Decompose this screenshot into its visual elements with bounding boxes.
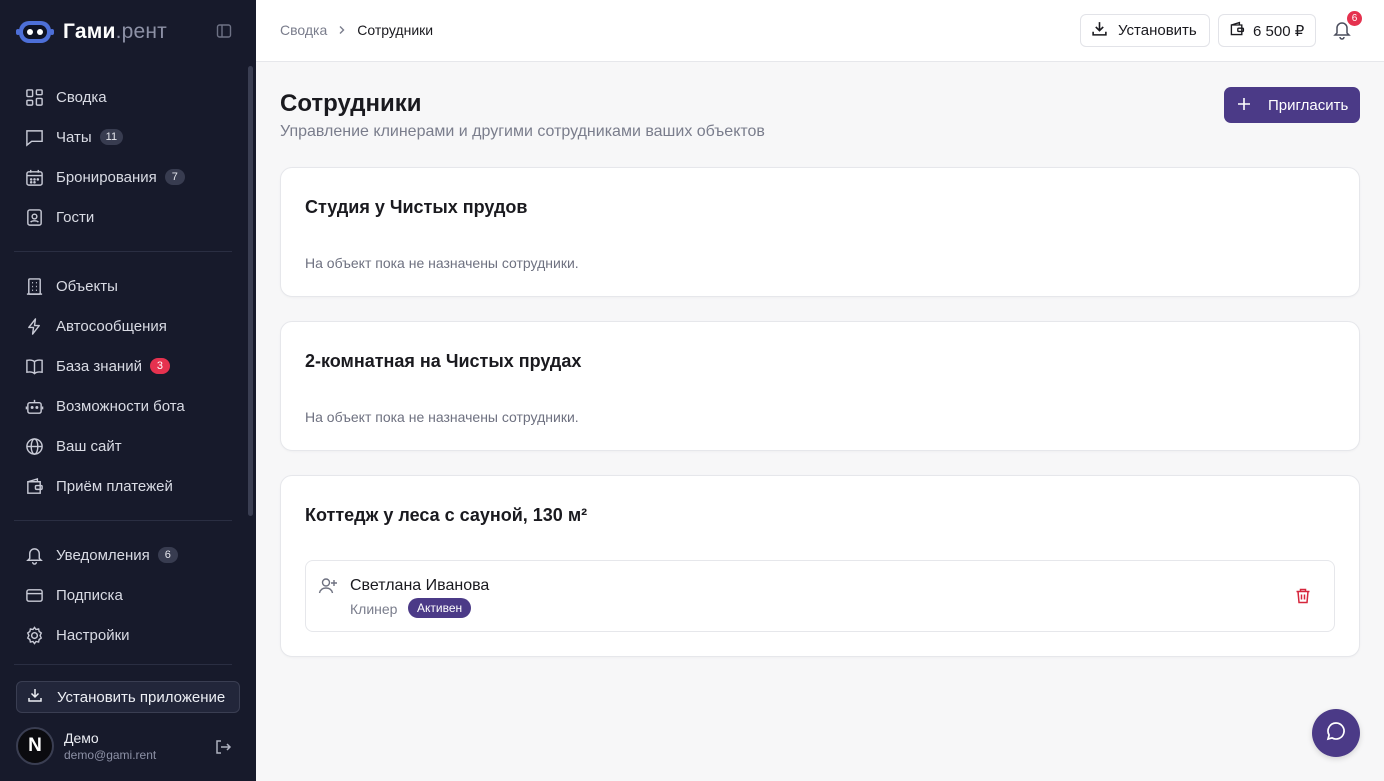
download-icon <box>27 687 43 708</box>
breadcrumb-current: Сотрудники <box>357 22 434 38</box>
logo-text: Гами.рент <box>63 20 167 43</box>
sidebar-item-guests[interactable]: Гости <box>16 200 232 234</box>
notifications-badge: 6 <box>1347 11 1362 26</box>
chat-bubble-icon <box>1325 720 1347 747</box>
sidebar-item-label: Бронирования <box>56 168 157 186</box>
invite-button-label: Пригласить <box>1268 96 1349 114</box>
globe-icon <box>24 436 44 456</box>
book-icon <box>24 356 44 376</box>
status-badge: Активен <box>408 598 472 618</box>
download-icon <box>1091 20 1108 41</box>
sidebar-item-dashboard[interactable]: Сводка <box>16 80 232 114</box>
property-title: Студия у Чистых прудов <box>305 197 528 217</box>
sidebar-divider <box>14 664 232 665</box>
guest-card-icon <box>24 207 44 227</box>
sidebar-item-bookings[interactable]: Бронирования 7 <box>16 160 232 194</box>
sidebar-item-notifications[interactable]: Уведомления 6 <box>16 538 232 572</box>
sidebar-item-label: База знаний <box>56 357 142 375</box>
chevron-right-icon <box>337 25 347 35</box>
sidebar-divider <box>14 251 232 252</box>
empty-staff-text: На объект пока не назначены сотрудники. <box>305 255 579 271</box>
sidebar-item-payments[interactable]: Приём платежей <box>16 469 232 503</box>
robot-logo-icon <box>16 17 54 47</box>
sidebar-item-label: Объекты <box>56 277 118 295</box>
building-icon <box>24 276 44 296</box>
sidebar-item-automessages[interactable]: Автосообщения <box>16 309 232 343</box>
dashboard-icon <box>24 87 44 107</box>
knowledge-base-count-badge: 3 <box>149 358 170 374</box>
staff-row: Светлана Иванова Клинер Активен <box>305 560 1335 632</box>
topbar: Сводка Сотрудники Установить 6 500 ₽ 6 <box>256 0 1384 62</box>
bot-icon <box>24 396 44 416</box>
sidebar-item-properties[interactable]: Объекты <box>16 269 232 303</box>
breadcrumb: Сводка Сотрудники <box>280 22 433 38</box>
sidebar-item-knowledge-base[interactable]: База знаний 3 <box>16 349 232 383</box>
user-plus-icon <box>318 576 338 596</box>
sidebar-divider <box>14 520 232 521</box>
sidebar-item-label: Чаты <box>56 128 92 146</box>
user-profile[interactable]: N Демо demo@gami.rent <box>16 724 240 768</box>
sidebar-collapse-icon[interactable] <box>216 23 232 39</box>
support-chat-button[interactable] <box>1312 709 1360 757</box>
chats-count-badge: 11 <box>99 129 124 145</box>
sidebar-item-label: Настройки <box>56 626 130 644</box>
install-button[interactable]: Установить <box>1080 14 1210 47</box>
sidebar-item-label: Уведомления <box>56 546 150 564</box>
lightning-icon <box>24 316 44 336</box>
sidebar-item-label: Подписка <box>56 586 123 604</box>
credit-card-icon <box>24 585 44 605</box>
sidebar-scrollbar[interactable] <box>248 66 253 516</box>
calendar-icon <box>24 167 44 187</box>
user-name: Демо <box>64 730 99 746</box>
staff-name: Светлана Иванова <box>350 577 490 594</box>
wallet-icon <box>24 476 44 496</box>
sidebar-item-label: Автосообщения <box>56 317 167 335</box>
staff-role: Клинер <box>350 601 398 617</box>
page-title: Сотрудники <box>280 90 422 117</box>
sidebar-item-bot-features[interactable]: Возможности бота <box>16 389 232 423</box>
balance-button[interactable]: 6 500 ₽ <box>1218 14 1316 47</box>
chat-icon <box>24 127 44 147</box>
logout-icon[interactable] <box>214 738 232 756</box>
user-email: demo@gami.rent <box>64 748 157 762</box>
sidebar-item-subscription[interactable]: Подписка <box>16 578 232 612</box>
gear-icon <box>24 625 44 645</box>
sidebar: Гами.рент Сводка Чаты 11 Бронирования 7 <box>0 0 256 781</box>
page-subtitle: Управление клинерами и другими сотрудник… <box>280 123 765 140</box>
sidebar-item-label: Приём платежей <box>56 477 173 495</box>
notifications-count-badge: 6 <box>157 547 178 563</box>
plus-icon <box>1236 95 1252 115</box>
bookings-count-badge: 7 <box>164 169 185 185</box>
install-app-button[interactable]: Установить приложение <box>16 681 240 713</box>
property-card: 2-комнатная на Чистых прудах На объект п… <box>280 321 1360 451</box>
wallet-icon <box>1229 21 1245 41</box>
install-button-label: Установить <box>1118 22 1197 39</box>
avatar: N <box>16 727 54 765</box>
sidebar-item-website[interactable]: Ваш сайт <box>16 429 232 463</box>
balance-label: 6 500 ₽ <box>1253 22 1305 40</box>
sidebar-item-label: Сводка <box>56 88 107 106</box>
property-title: 2-комнатная на Чистых прудах <box>305 351 582 371</box>
sidebar-item-settings[interactable]: Настройки <box>16 618 232 652</box>
install-app-label: Установить приложение <box>57 688 226 706</box>
invite-button[interactable]: Пригласить <box>1224 87 1360 123</box>
sidebar-item-label: Ваш сайт <box>56 437 122 455</box>
property-title: Коттедж у леса с сауной, 130 м² <box>305 505 588 525</box>
sidebar-item-label: Возможности бота <box>56 397 185 415</box>
delete-staff-icon[interactable] <box>1294 587 1312 605</box>
property-card: Студия у Чистых прудов На объект пока не… <box>280 167 1360 297</box>
sidebar-item-chats[interactable]: Чаты 11 <box>16 120 232 154</box>
empty-staff-text: На объект пока не назначены сотрудники. <box>305 409 579 425</box>
bell-icon <box>24 545 44 565</box>
app-logo[interactable]: Гами.рент <box>16 14 240 50</box>
sidebar-item-label: Гости <box>56 208 95 226</box>
breadcrumb-parent[interactable]: Сводка <box>280 22 327 38</box>
property-card: Коттедж у леса с сауной, 130 м² Светлана… <box>280 475 1360 657</box>
user-info: Демо demo@gami.rent <box>64 730 156 762</box>
